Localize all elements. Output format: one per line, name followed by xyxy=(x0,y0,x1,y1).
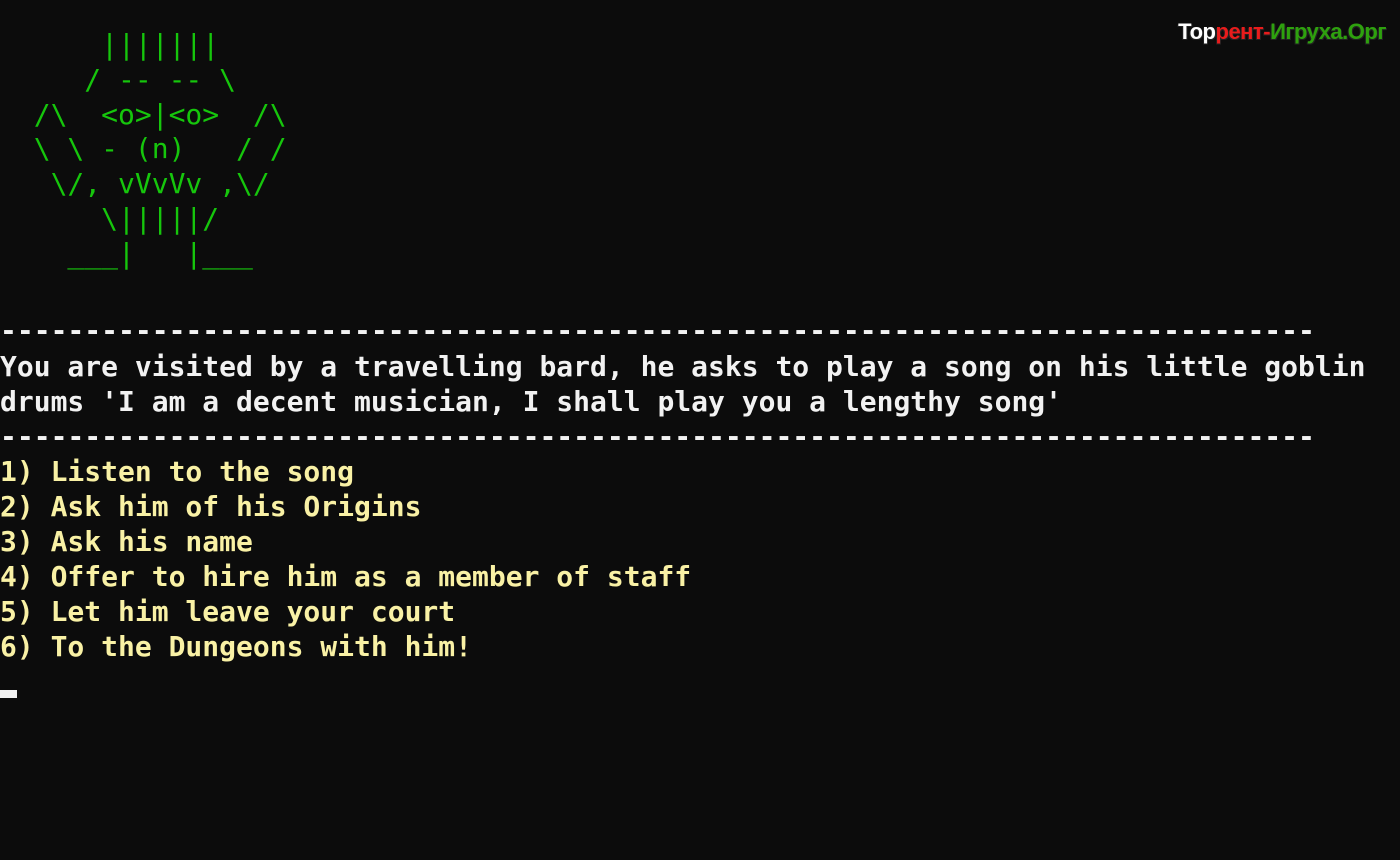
input-cursor[interactable] xyxy=(0,690,17,698)
option-ask-origins[interactable]: 2) Ask him of his Origins xyxy=(0,489,421,524)
console-window: Торрент-Игруха.Орг ||||||| / -- -- \ /\ … xyxy=(0,0,1400,860)
watermark-logo: Торрент-Игруха.Орг xyxy=(1178,18,1386,46)
option-let-him-leave[interactable]: 5) Let him leave your court xyxy=(0,594,455,629)
separator-top: ----------------------------------------… xyxy=(0,314,1315,347)
watermark-part-2: рент- xyxy=(1215,19,1271,44)
option-to-the-dungeons[interactable]: 6) To the Dungeons with him! xyxy=(0,629,472,664)
event-text-line-1: You are visited by a travelling bard, he… xyxy=(0,350,1366,383)
goblin-ascii-art: ||||||| / -- -- \ /\ <o>|<o> /\ \ \ - (n… xyxy=(33,28,287,270)
option-hire-as-staff[interactable]: 4) Offer to hire him as a member of staf… xyxy=(0,559,691,594)
event-text-line-2: drums 'I am a decent musician, I shall p… xyxy=(0,385,1063,418)
separator-bottom: ----------------------------------------… xyxy=(0,420,1315,453)
option-listen-to-song[interactable]: 1) Listen to the song xyxy=(0,454,354,489)
watermark-part-3: Игруха.Орг xyxy=(1270,19,1386,44)
watermark-part-1: Тор xyxy=(1178,19,1216,44)
option-ask-name[interactable]: 3) Ask his name xyxy=(0,524,253,559)
